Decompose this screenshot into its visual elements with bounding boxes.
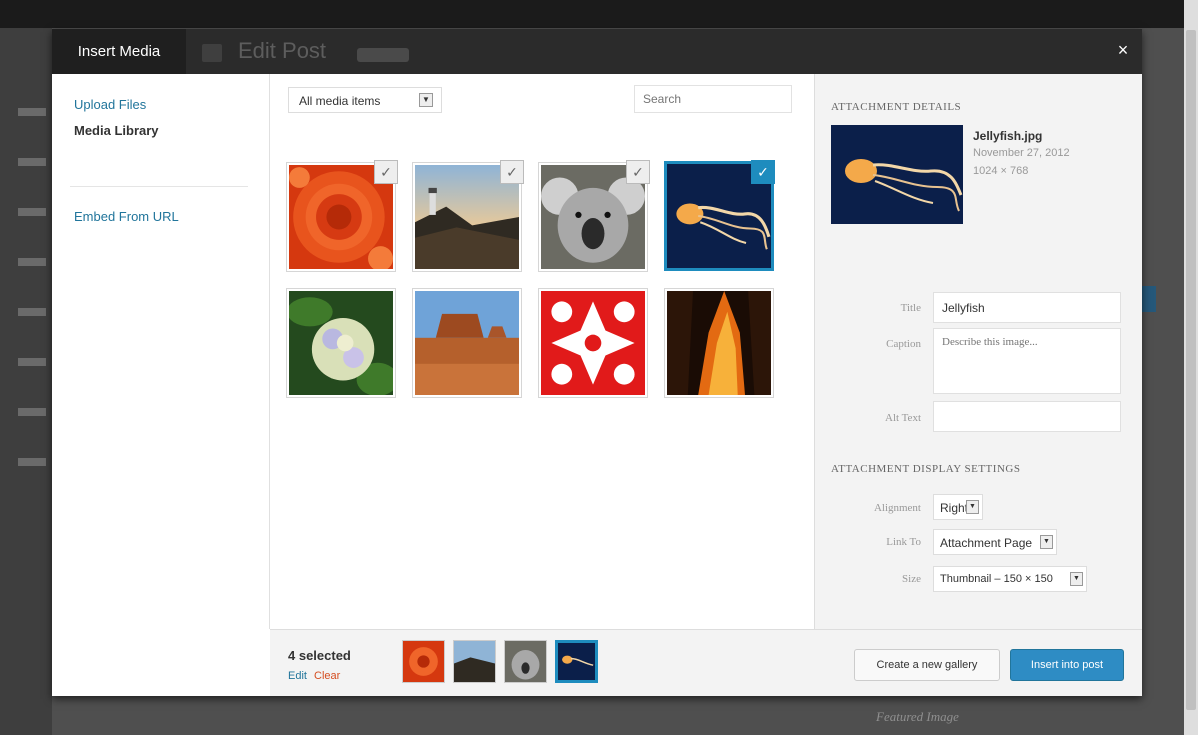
attachment-thumbnail[interactable]: ✓ bbox=[538, 160, 650, 272]
admin-menu-item bbox=[18, 158, 46, 166]
attachment-details-heading: Attachment Details bbox=[831, 101, 962, 113]
link-to-select-value: Attachment Page bbox=[940, 536, 1033, 550]
link-to-label: Link To bbox=[886, 536, 921, 548]
upload-files-link[interactable]: Upload Files bbox=[74, 97, 146, 112]
scrollbar-thumb[interactable] bbox=[1186, 30, 1196, 710]
title-field[interactable] bbox=[933, 292, 1121, 323]
insert-media-modal: Insert Media Edit Post × Upload Files Me… bbox=[52, 29, 1142, 696]
attachment-details-sidebar: Attachment Details Jellyfish.jpg Novembe… bbox=[814, 74, 1142, 629]
link-to-select[interactable]: Attachment Page ▼ bbox=[933, 529, 1057, 555]
modal-header: Insert Media Edit Post × bbox=[52, 29, 1142, 74]
admin-menu-item bbox=[18, 308, 46, 316]
close-icon[interactable]: × bbox=[1112, 39, 1134, 61]
deselect-checkmark[interactable]: ✓ bbox=[500, 160, 524, 184]
attachment-date: November 27, 2012 bbox=[973, 147, 1070, 159]
page-scrollbar[interactable] bbox=[1184, 0, 1198, 735]
caption-field[interactable] bbox=[933, 328, 1121, 394]
add-new-button-ghost bbox=[357, 48, 409, 62]
attachment-thumbnail[interactable] bbox=[538, 288, 648, 398]
selection-thumbnail[interactable] bbox=[402, 640, 445, 683]
insert-into-post-button[interactable]: Insert into post bbox=[1010, 649, 1124, 681]
edit-selection-link[interactable]: Edit bbox=[288, 670, 307, 682]
alt-text-label: Alt Text bbox=[885, 412, 921, 424]
attachment-dimensions: 1024 × 768 bbox=[973, 165, 1029, 177]
selection-thumbnail-active[interactable] bbox=[555, 640, 598, 683]
selection-thumbnail[interactable] bbox=[453, 640, 496, 683]
selection-count: 4 selected bbox=[288, 648, 351, 663]
desert-image bbox=[415, 291, 519, 395]
chevron-down-icon: ▼ bbox=[1040, 535, 1053, 549]
deselect-checkmark[interactable]: ✓ bbox=[374, 160, 398, 184]
chevron-down-icon: ▼ bbox=[419, 93, 433, 107]
display-settings-heading: Attachment Display Settings bbox=[831, 463, 1021, 475]
size-label: Size bbox=[902, 573, 921, 585]
fire-image bbox=[667, 291, 771, 395]
media-library-link[interactable]: Media Library bbox=[74, 123, 159, 138]
featured-image-heading: Featured Image bbox=[876, 709, 959, 724]
media-toolbar: 4 selected Edit Clear Create a new galle… bbox=[270, 629, 1142, 696]
media-router-menu: Upload Files Media Library Embed From UR… bbox=[52, 74, 270, 629]
title-label: Title bbox=[900, 302, 921, 314]
embed-from-url-link[interactable]: Embed From URL bbox=[74, 209, 179, 224]
attachment-thumbnail[interactable] bbox=[412, 288, 522, 398]
attachment-thumbnail[interactable] bbox=[664, 288, 774, 398]
attachments-browser: All media items ▼ ✓ bbox=[270, 74, 814, 629]
attachment-filename: Jellyfish.jpg bbox=[973, 129, 1043, 143]
media-filter-select[interactable]: All media items ▼ bbox=[288, 87, 442, 113]
admin-toolbar bbox=[0, 0, 1198, 28]
admin-menu-item bbox=[18, 458, 46, 466]
background-page-title: Edit Post bbox=[238, 38, 327, 63]
attachment-preview bbox=[831, 125, 963, 224]
alignment-select[interactable]: Right ▼ bbox=[933, 494, 983, 520]
alignment-label: Alignment bbox=[873, 502, 921, 514]
alt-text-field[interactable] bbox=[933, 401, 1121, 432]
deselect-checkmark[interactable]: ✓ bbox=[626, 160, 650, 184]
admin-menu-item bbox=[18, 258, 46, 266]
chevron-down-icon: ▼ bbox=[966, 500, 979, 514]
admin-menu-item bbox=[18, 108, 46, 116]
chevron-down-icon: ▼ bbox=[1070, 572, 1083, 586]
admin-menu-item bbox=[18, 408, 46, 416]
modal-title: Insert Media bbox=[52, 29, 186, 74]
selected-checkmark[interactable]: ✓ bbox=[751, 160, 775, 184]
clear-selection-link[interactable]: Clear bbox=[314, 670, 340, 682]
tulips-image bbox=[541, 291, 645, 395]
hydrangea-image bbox=[289, 291, 393, 395]
menu-divider bbox=[70, 186, 248, 187]
size-select[interactable]: Thumbnail – 150 × 150 ▼ bbox=[933, 566, 1087, 592]
alignment-select-value: Right bbox=[940, 501, 969, 515]
admin-sidebar bbox=[0, 28, 52, 735]
attachment-thumbnail[interactable]: ✓ bbox=[412, 160, 524, 272]
attachment-thumbnail[interactable] bbox=[286, 288, 396, 398]
caption-label: Caption bbox=[886, 338, 921, 350]
media-search-input[interactable] bbox=[634, 85, 792, 113]
admin-menu-item bbox=[18, 208, 46, 216]
filter-select-value: All media items bbox=[299, 94, 381, 108]
admin-menu-item bbox=[18, 358, 46, 366]
selection-thumbnail[interactable] bbox=[504, 640, 547, 683]
attachment-thumbnail[interactable]: ✓ bbox=[286, 160, 398, 272]
edit-post-icon bbox=[202, 44, 222, 62]
size-select-value: Thumbnail – 150 × 150 bbox=[940, 573, 1053, 585]
admin-publish-button bbox=[1142, 286, 1156, 312]
attachment-thumbnail-focused[interactable]: ✓ bbox=[664, 160, 775, 271]
create-gallery-button[interactable]: Create a new gallery bbox=[854, 649, 1000, 681]
